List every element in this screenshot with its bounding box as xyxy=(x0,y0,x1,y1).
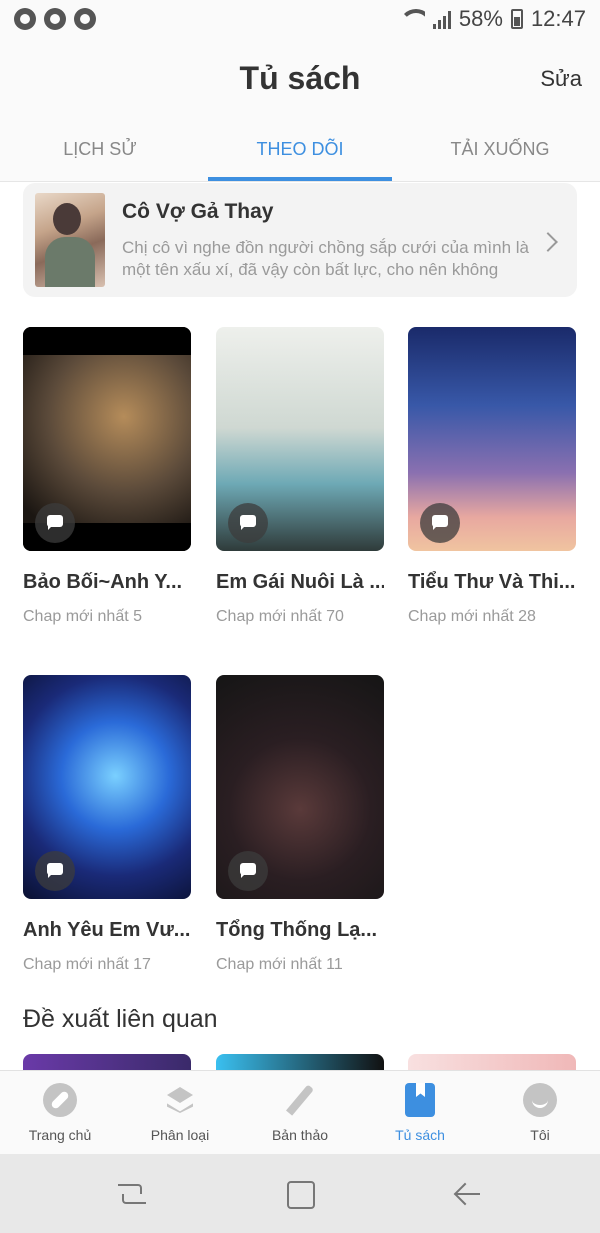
status-icons-right: 58% 12:47 xyxy=(398,6,586,32)
status-icons-left xyxy=(14,8,96,30)
bookmark-book-icon xyxy=(405,1083,435,1117)
nav-bookshelf[interactable]: Tủ sách xyxy=(360,1071,480,1154)
book-title: Tiểu Thư Và Thi... xyxy=(408,571,576,593)
comment-icon xyxy=(35,851,75,891)
book-card[interactable]: Bảo Bối~Anh Y... Chap mới nhất 5 xyxy=(23,327,191,626)
system-nav-bar xyxy=(0,1154,600,1233)
nav-profile[interactable]: Tôi xyxy=(480,1071,600,1154)
book-latest-chapter: Chap mới nhất 28 xyxy=(408,608,536,625)
book-cover xyxy=(216,327,384,551)
nav-label: Trang chủ xyxy=(28,1127,92,1143)
book-title: Em Gái Nuôi Là ... xyxy=(216,571,384,593)
book-cover xyxy=(23,327,191,551)
book-card[interactable]: Tiểu Thư Và Thi... Chap mới nhất 28 xyxy=(408,327,576,626)
banner-cover-image xyxy=(35,193,105,287)
tab-bar: LỊCH SỬ THEO DÕI TẢI XUỐNG xyxy=(0,118,600,182)
banner-title: Cô Vợ Gả Thay xyxy=(122,200,274,223)
nav-label: Tôi xyxy=(530,1127,550,1143)
nav-categories[interactable]: Phân loại xyxy=(120,1071,240,1154)
comment-icon xyxy=(228,851,268,891)
book-card[interactable]: Tổng Thống Lạ... Chap mới nhất 11 xyxy=(216,675,384,974)
comment-icon xyxy=(35,503,75,543)
nav-home[interactable]: Trang chủ xyxy=(0,1071,120,1154)
book-title: Anh Yêu Em Vư... xyxy=(23,919,191,941)
broom-icon xyxy=(44,8,66,30)
nav-label: Bản thảo xyxy=(271,1127,329,1143)
book-latest-chapter: Chap mới nhất 5 xyxy=(23,608,142,625)
wifi-icon xyxy=(398,9,425,29)
signal-icon xyxy=(432,9,451,29)
tab-downloads[interactable]: TẢI XUỐNG xyxy=(400,118,600,181)
book-cover xyxy=(216,675,384,899)
header: Tủ sách Sửa xyxy=(0,42,600,118)
tab-history[interactable]: LỊCH SỬ xyxy=(0,118,200,181)
nav-drafts[interactable]: Bản thảo xyxy=(240,1071,360,1154)
nav-label: Tủ sách xyxy=(395,1127,445,1143)
book-cover xyxy=(408,327,576,551)
comment-icon xyxy=(420,503,460,543)
edit-button[interactable]: Sửa xyxy=(540,66,582,92)
comment-icon xyxy=(228,503,268,543)
banner-description: Chị cô vì nghe đồn người chồng sắp cưới … xyxy=(122,238,530,279)
featured-banner[interactable]: Cô Vợ Gả Thay Chị cô vì nghe đồn người c… xyxy=(23,183,577,297)
tab-following[interactable]: THEO DÕI xyxy=(200,118,400,181)
recents-icon[interactable] xyxy=(116,1178,148,1210)
battery-icon xyxy=(510,9,523,29)
related-section-title: Đề xuất liên quan xyxy=(23,1005,218,1033)
book-latest-chapter: Chap mới nhất 11 xyxy=(216,956,343,973)
notification-icon xyxy=(74,8,96,30)
book-cover xyxy=(23,675,191,899)
pencil-icon xyxy=(283,1083,317,1117)
nav-label: Phân loại xyxy=(150,1127,210,1143)
layers-icon xyxy=(163,1083,197,1117)
smile-icon xyxy=(523,1083,557,1117)
battery-percent: 58% xyxy=(458,6,503,31)
book-title: Tổng Thống Lạ... xyxy=(216,919,378,941)
bottom-nav: Trang chủ Phân loại Bản thảo Tủ sách Tôi xyxy=(0,1070,600,1154)
back-arrow-icon[interactable] xyxy=(452,1178,484,1210)
notification-icon xyxy=(14,8,36,30)
status-bar: 58% 12:47 xyxy=(0,0,600,42)
clock: 12:47 xyxy=(530,6,586,31)
book-card[interactable]: Em Gái Nuôi Là ... Chap mới nhất 70 xyxy=(216,327,384,626)
book-card[interactable]: Anh Yêu Em Vư... Chap mới nhất 17 xyxy=(23,675,191,974)
book-latest-chapter: Chap mới nhất 17 xyxy=(23,956,151,973)
page-title: Tủ sách xyxy=(239,60,361,96)
home-icon[interactable] xyxy=(284,1178,316,1210)
book-latest-chapter: Chap mới nhất 70 xyxy=(216,608,344,625)
book-title: Bảo Bối~Anh Y... xyxy=(23,571,183,593)
compass-icon xyxy=(43,1083,77,1117)
